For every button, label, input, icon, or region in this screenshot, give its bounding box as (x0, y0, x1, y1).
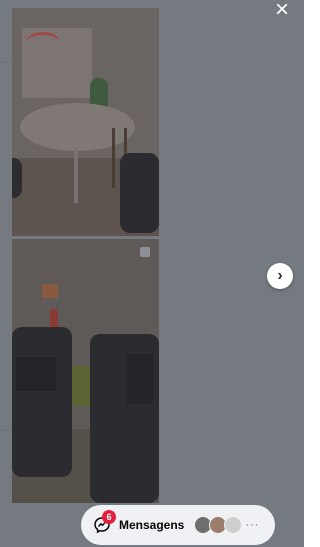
person-figure (12, 158, 22, 198)
chair-leg (112, 128, 115, 188)
round-table (20, 103, 135, 151)
avatar (224, 516, 243, 534)
more-icon: ··· (245, 519, 260, 531)
messages-button[interactable]: 6 Mensagens ··· (81, 505, 275, 545)
wall-sign (42, 284, 58, 298)
unread-badge: 6 (102, 510, 116, 524)
close-button[interactable]: × (270, 0, 294, 24)
avatar-stack: ··· (194, 516, 259, 534)
table-leg (74, 148, 78, 203)
tag-icon[interactable] (140, 247, 150, 257)
chevron-right-icon: › (277, 267, 283, 284)
person-figure (120, 153, 159, 233)
next-photo-button[interactable]: › (267, 263, 293, 289)
accordion (16, 357, 56, 391)
photo-accordion-players[interactable] (12, 239, 159, 503)
banner-logo (26, 32, 60, 53)
messages-label: Mensagens (119, 518, 185, 532)
accordion-player (12, 327, 72, 477)
photo-workshop-table[interactable] (12, 8, 159, 236)
messenger-icon: 6 (93, 510, 116, 534)
accordion (127, 354, 153, 404)
